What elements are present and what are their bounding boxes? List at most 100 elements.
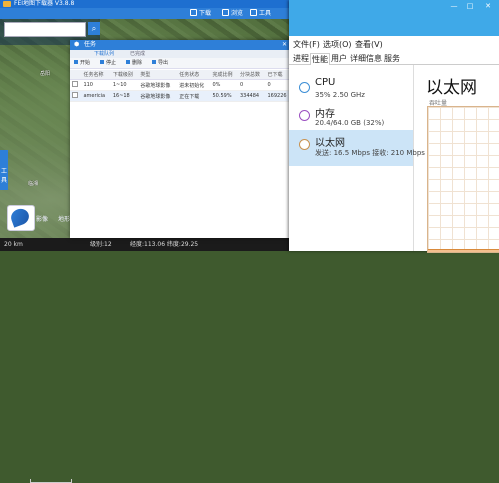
col-level[interactable]: 下载级别 [110,70,139,80]
resource-name: CPU [315,77,336,88]
tab-finished[interactable]: 已完成 [130,50,145,58]
minimize-icon[interactable]: — [449,2,459,10]
dialog-close-icon[interactable]: ✕ [282,40,287,50]
tools-icon [250,9,257,16]
toolbar-tools[interactable]: 工具 [250,8,271,19]
stop-label: 停止 [106,60,117,66]
ethernet-ring-icon [299,139,310,150]
table-row[interactable]: americia 16~18 谷歌地球影像 正在下载 50.59% 334484… [70,90,292,102]
map-label: 临湘 [28,181,39,187]
tab-users[interactable]: 用户 [330,53,348,64]
resource-name: 内存 [315,109,335,120]
tab-details[interactable]: 详细信息 [349,53,383,64]
dialog-title: 任务 [84,41,97,48]
cell-level: 1~10 [110,79,139,91]
dialog-app-icon: ⬢ [74,41,80,48]
cell-total: 0 [238,79,266,91]
col-name[interactable]: 任务名称 [81,70,111,80]
tab-queue[interactable]: 下载队列 [94,50,114,58]
col-type[interactable]: 类型 [138,70,178,80]
toolbar-download-label: 下载 [199,10,212,17]
menu-options[interactable]: 选项(O) [323,39,352,50]
cell-status: 正在下载 [177,90,211,102]
detail-title: 以太网 [426,78,477,98]
resource-value: 35% 2.50 GHz [315,91,365,99]
resource-ethernet[interactable]: 以太网 发送: 16.5 Mbps 接收: 210 Mbps [289,130,425,166]
resource-name: 以太网 [315,138,345,149]
cell-status: 进未初始化 [177,79,211,91]
start-label: 开始 [80,60,91,66]
menu-file[interactable]: 文件(F) [293,39,320,50]
toolbar-tools-label: 工具 [259,10,272,17]
map-label: 岳阳 [40,71,51,77]
layer-terrain[interactable]: 地形 [58,214,70,223]
trash-icon [126,60,130,64]
play-icon [74,60,78,64]
cell-name: americia [81,90,111,102]
cell-type: 谷歌地球影像 [138,79,178,91]
checkbox[interactable] [72,81,78,87]
side-tools-tab[interactable]: 工具 [0,150,8,190]
table-header-row: 任务名称 下载级别 类型 任务状态 完成比例 分块总数 已下载 [70,70,292,80]
row-checkbox[interactable] [70,90,82,102]
layer-satellite[interactable]: 影像 [36,214,48,223]
cell-total: 334484 [238,90,266,102]
col-total[interactable]: 分块总数 [238,70,266,80]
dialog-titlebar: ⬢ 任务 ✕ [70,40,292,50]
col-select[interactable] [70,70,82,80]
scale-bar [30,479,72,483]
dialog-toolbar: 开始 停止 删除 导出 [70,58,292,69]
app-title: FEI地图下载器 V3.8.8 [14,0,75,7]
cell-percent: 0% [210,79,238,91]
scale-label: 20 km [4,241,23,248]
task-table: 任务名称 下载级别 类型 任务状态 完成比例 分块总数 已下载 110 1~10… [70,70,292,102]
resource-value: 20.4/64.0 GB (32%) [315,119,385,127]
coordinates: 经度:113.06 纬度:29.25 [130,241,199,248]
export-label: 导出 [158,60,169,66]
close-icon[interactable]: ✕ [483,2,493,10]
app-logo-icon [3,1,11,7]
download-task-dialog: ⬢ 任务 ✕ 下载队列 已完成 开始 停止 删除 导出 任务名称 下载级别 类型… [70,40,292,238]
cell-name: 110 [81,79,111,91]
tm-menubar: 文件(F) 选项(O) 查看(V) [289,36,499,52]
cpu-ring-icon [299,82,310,93]
table-row[interactable]: 110 1~10 谷歌地球影像 进未初始化 0% 0 0 [70,79,292,91]
dialog-tabs: 下载队列 已完成 [70,50,292,58]
delete-button[interactable]: 删除 [126,58,142,68]
maximize-icon[interactable]: □ [465,2,475,10]
browse-icon [222,9,229,16]
detail-pane: 以太网 吞吐量 [414,65,499,253]
col-status[interactable]: 任务状态 [177,70,211,80]
export-icon [152,60,156,64]
memory-ring-icon [299,110,310,121]
resource-list: CPU 35% 2.50 GHz 内存 20.4/64.0 GB (32%) 以… [289,65,425,251]
delete-label: 删除 [132,60,143,66]
row-checkbox[interactable] [70,79,82,91]
toolbar-browse[interactable]: 浏览 [222,8,243,19]
stop-icon [100,60,104,64]
throughput-graph [427,106,499,253]
start-button[interactable]: 开始 [74,58,90,68]
stop-button[interactable]: 停止 [100,58,116,68]
resource-value: 发送: 16.5 Mbps 接收: 210 Mbps [315,149,425,157]
search-button[interactable]: ⌕ [88,22,100,35]
export-button[interactable]: 导出 [152,58,168,68]
cell-percent: 50.59% [210,90,238,102]
side-tab-label: 工具 [0,168,7,184]
tm-titlebar: — □ ✕ [289,0,499,36]
download-icon [190,9,197,16]
search-input[interactable] [4,22,86,37]
cell-level: 16~18 [110,90,139,102]
app-titlebar: FEI地图下载器 V3.8.8 [0,0,290,8]
toolbar-browse-label: 浏览 [231,10,244,17]
tm-tabs: 进程 性能 用户 详细信息 服务 [289,52,499,66]
checkbox[interactable] [72,92,78,98]
tab-services[interactable]: 服务 [383,53,401,64]
menu-view[interactable]: 查看(V) [355,39,383,50]
col-percent[interactable]: 完成比例 [210,70,238,80]
tab-processes[interactable]: 进程 [292,53,310,64]
toolbar-download[interactable]: 下载 [190,8,211,19]
search-icon: ⌕ [91,24,97,33]
task-manager-window: — □ ✕ 文件(F) 选项(O) 查看(V) 进程 性能 用户 详细信息 服务… [289,0,499,253]
cell-type: 谷歌地球影像 [138,90,178,102]
